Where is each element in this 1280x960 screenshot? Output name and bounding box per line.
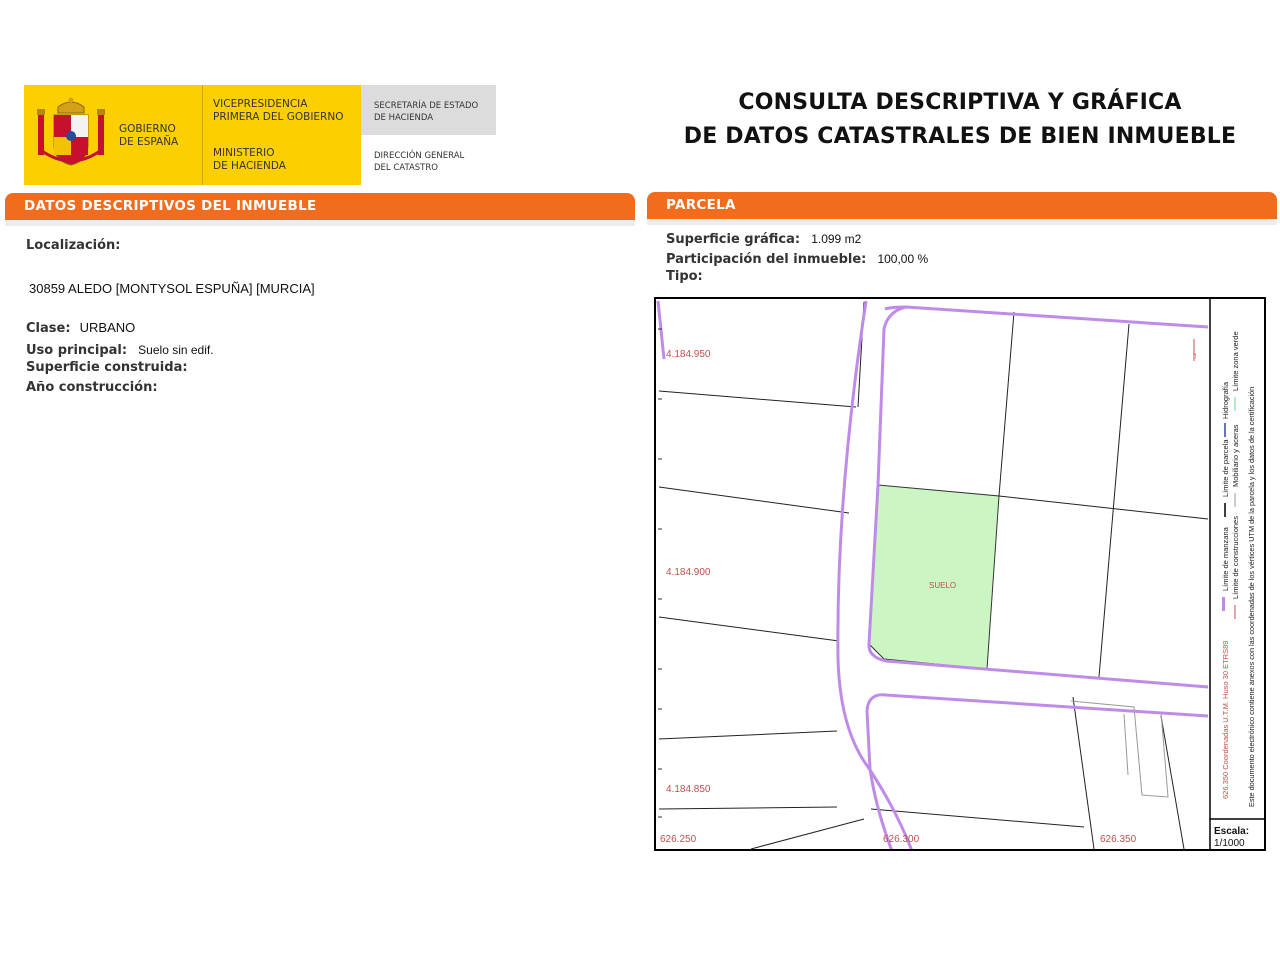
cadastral-map-drawing: 4.184.950 4.184.900 4.184.850 626.250 62… bbox=[656, 299, 1264, 849]
section-header-shadow-right bbox=[647, 219, 1277, 225]
escala-value: 1/1000 bbox=[1214, 838, 1245, 849]
localizacion-label: Localización: bbox=[26, 238, 121, 253]
clase-value: URBANO bbox=[79, 320, 136, 335]
gobierno-logo-text: GOBIERNO DE ESPAÑA bbox=[119, 123, 178, 149]
y-coord-label-2: 4.184.900 bbox=[666, 567, 711, 578]
uso-value: Suelo sin edif. bbox=[138, 343, 214, 357]
cadastral-map: 4.184.950 4.184.900 4.184.850 626.250 62… bbox=[654, 297, 1266, 851]
logo-divider bbox=[202, 85, 203, 185]
secretaria-line-1: SECRETARÍA DE ESTADO bbox=[374, 101, 479, 111]
north-arrow-icon: ⇒ bbox=[1192, 339, 1199, 361]
x-coord-label-3: 626.350 bbox=[1100, 834, 1137, 845]
parcel-label: SUELO bbox=[929, 581, 956, 590]
legend-parcela: Límite de parcela bbox=[1221, 439, 1230, 497]
x-coord-label-2: 626.300 bbox=[883, 834, 920, 845]
parcel-area bbox=[868, 484, 1000, 670]
svg-text:⇒: ⇒ bbox=[1192, 353, 1199, 359]
legend-column-2: Límite de construcciones Mobiliario y ac… bbox=[1231, 331, 1240, 619]
vicepresidencia-line-2: PRIMERA DEL GOBIERNO bbox=[213, 111, 344, 123]
legend-hidrografia: Hidrografía bbox=[1221, 381, 1230, 419]
anio-construccion-label: Año construcción: bbox=[26, 380, 158, 395]
participacion-row: Participación del inmueble: 100,00 % bbox=[666, 248, 928, 267]
ministerio-line-2: DE HACIENDA bbox=[213, 160, 286, 172]
legend-doc-note: Este documento electrónico contiene anex… bbox=[1247, 387, 1256, 807]
coat-of-arms-icon bbox=[37, 97, 105, 166]
y-coord-label-3: 4.184.850 bbox=[666, 784, 711, 795]
direccion-catastro-text: DIRECCIÓN GENERAL DEL CATASTRO bbox=[374, 150, 464, 174]
x-coord-label-1: 626.250 bbox=[660, 834, 697, 845]
ministerio-text: MINISTERIO DE HACIENDA bbox=[213, 147, 286, 173]
gobierno-line-2: DE ESPAÑA bbox=[119, 136, 179, 148]
uso-label: Uso principal: bbox=[26, 343, 128, 358]
axis-ticks bbox=[658, 328, 662, 818]
y-coord-label-1: 4.184.950 bbox=[666, 349, 711, 360]
legend-column-1: 626.350 Coordenadas U.T.M. Huso 30 ETRS8… bbox=[1221, 381, 1230, 799]
legend-mobiliario: Mobiliario y aceras bbox=[1231, 424, 1240, 487]
tipo-label: Tipo: bbox=[666, 269, 703, 284]
vicepresidencia-text: VICEPRESIDENCIA PRIMERA DEL GOBIERNO bbox=[213, 98, 343, 124]
address-value: 30859 ALEDO [MONTYSOL ESPUÑA] [MURCIA] bbox=[29, 281, 315, 296]
legend-manzana: Límite de manzana bbox=[1221, 526, 1230, 591]
escala-label: Escala: bbox=[1214, 826, 1249, 837]
title-line-2: DE DATOS CATASTRALES DE BIEN INMUEBLE bbox=[683, 124, 1237, 149]
superficie-grafica-value: 1.099 m2 bbox=[811, 232, 862, 246]
legend-swatch-manzana bbox=[1222, 597, 1225, 611]
section-header-parcela: PARCELA bbox=[647, 192, 1277, 219]
superficie-construida-label: Superficie construida: bbox=[26, 360, 188, 375]
secretaria-line-2: DE HACIENDA bbox=[374, 113, 434, 123]
legend-utm-note: 626.350 Coordenadas U.T.M. Huso 30 ETRS8… bbox=[1221, 641, 1230, 799]
vicepresidencia-line-1: VICEPRESIDENCIA bbox=[213, 98, 308, 110]
secretaria-text: SECRETARÍA DE ESTADO DE HACIENDA bbox=[374, 100, 478, 124]
gobierno-line-1: GOBIERNO bbox=[119, 123, 176, 135]
direccion-line-2: DEL CATASTRO bbox=[374, 163, 438, 173]
legend-construcciones: Límite de construcciones bbox=[1231, 516, 1240, 599]
parcela-section: PARCELA bbox=[647, 192, 1277, 225]
legend-zona-verde: Límite zona verde bbox=[1231, 331, 1240, 391]
section-header-shadow bbox=[5, 220, 635, 226]
construction-lines bbox=[1070, 700, 1169, 798]
ministerio-line-1: MINISTERIO bbox=[213, 147, 275, 159]
uso-row: Uso principal: Suelo sin edif. bbox=[26, 339, 214, 358]
page-title: CONSULTA DESCRIPTIVA Y GRÁFICA DE DATOS … bbox=[640, 86, 1280, 154]
superficie-grafica-label: Superficie gráfica: bbox=[666, 232, 801, 247]
superficie-grafica-row: Superficie gráfica: 1.099 m2 bbox=[666, 228, 861, 247]
legend-column-3: Este documento electrónico contiene anex… bbox=[1247, 387, 1256, 807]
clase-label: Clase: bbox=[26, 321, 71, 336]
participacion-value: 100,00 % bbox=[877, 252, 929, 266]
direccion-line-1: DIRECCIÓN GENERAL bbox=[374, 151, 465, 161]
title-line-1: CONSULTA DESCRIPTIVA Y GRÁFICA bbox=[738, 90, 1182, 115]
participacion-label: Participación del inmueble: bbox=[666, 252, 867, 267]
section-header-descriptive: DATOS DESCRIPTIVOS DEL INMUEBLE bbox=[5, 193, 635, 220]
clase-row: Clase: URBANO bbox=[26, 317, 135, 336]
descriptive-data-section: DATOS DESCRIPTIVOS DEL INMUEBLE bbox=[5, 193, 635, 226]
